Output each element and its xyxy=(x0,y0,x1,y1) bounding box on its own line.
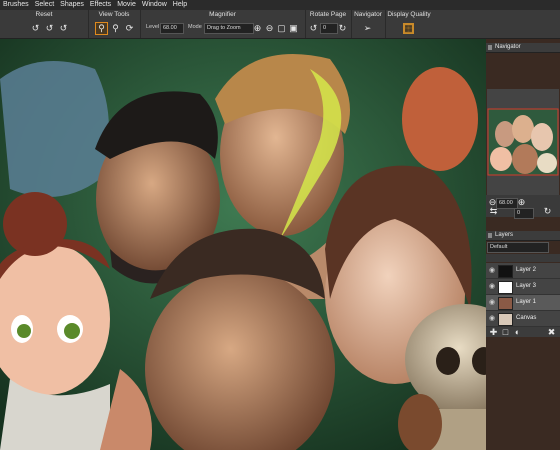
menu-movie[interactable]: Movie xyxy=(114,0,139,10)
reset-label: Reset xyxy=(35,11,53,18)
layer-thumbnail xyxy=(498,313,513,326)
visibility-eye-icon[interactable]: ◉ xyxy=(489,299,496,306)
display-quality-group: Display Quality ▦ xyxy=(385,10,433,38)
layer-name: Layer 1 xyxy=(516,299,537,305)
navigator-compass-icon[interactable]: ➢ xyxy=(362,23,373,34)
zoom-in-icon[interactable]: ⊕ xyxy=(252,23,263,34)
magnifier-tool-icon[interactable]: ⚲ xyxy=(95,22,108,35)
reset-shape-icon[interactable]: ↺ xyxy=(58,23,69,34)
new-group-icon[interactable]: □ xyxy=(500,327,511,338)
navigator-label: Navigator xyxy=(354,11,382,18)
layer-name: Layer 2 xyxy=(516,267,537,273)
layer-thumbnail xyxy=(498,265,513,278)
layer-row-layer-3[interactable]: ◉ Layer 3 xyxy=(486,279,560,295)
rotate-reset-icon[interactable]: ↻ xyxy=(337,23,348,34)
painting-artwork xyxy=(0,39,486,450)
new-layer-icon[interactable]: ✚ xyxy=(488,327,499,338)
reset-select-icon[interactable]: ↺ xyxy=(44,23,55,34)
mode-select[interactable]: Drag to Zoom xyxy=(204,23,254,34)
layer-name: Layer 3 xyxy=(516,283,537,289)
layer-row-layer-1[interactable]: ◉ Layer 1 xyxy=(486,295,560,311)
composite-method-select[interactable]: Default xyxy=(487,242,549,253)
reset-group: Reset ↺ ↺ ↺ xyxy=(0,10,89,38)
property-bar: Reset ↺ ↺ ↺ View Tools ⚲ ⚲ ⟳ Magnifier L… xyxy=(0,10,560,39)
menu-shapes[interactable]: Shapes xyxy=(57,0,87,10)
rotate-page-label: Rotate Page xyxy=(309,11,347,18)
layers-grip-icon[interactable] xyxy=(488,233,492,238)
view-tools-label: View Tools xyxy=(98,11,130,18)
zoom-out-button-icon[interactable]: ⊖ xyxy=(264,23,275,34)
navigator-preview-image xyxy=(487,89,559,195)
rotate-page-group: Rotate Page ↺ 0 ↻ xyxy=(305,10,352,38)
menu-select[interactable]: Select xyxy=(32,0,57,10)
layer-thumbnail xyxy=(498,297,513,310)
canvas-area[interactable] xyxy=(0,39,486,450)
layer-row-layer-2[interactable]: ◉ Layer 2 xyxy=(486,263,560,279)
level-field[interactable]: 68.00 xyxy=(160,23,184,34)
display-quality-label: Display Quality xyxy=(387,11,431,18)
layers-action-bar: ✚ □ ◐ ✖ xyxy=(486,327,560,337)
view-tools-group: View Tools ⚲ ⚲ ⟳ xyxy=(88,10,141,38)
navigator-reset-icon[interactable]: ↻ xyxy=(542,206,553,217)
reset-brush-icon[interactable]: ↺ xyxy=(30,23,41,34)
menu-bar: Brushes Select Shapes Effects Movie Wind… xyxy=(0,0,560,10)
navigator-panel-title: Navigator xyxy=(495,44,521,50)
mode-label: Mode xyxy=(188,24,202,30)
menu-effects[interactable]: Effects xyxy=(87,0,114,10)
panel-grip-icon[interactable] xyxy=(488,45,492,50)
visibility-eye-icon[interactable]: ◉ xyxy=(489,267,496,274)
mask-icon[interactable]: ◐ xyxy=(512,327,523,338)
navigator-panel-header[interactable]: Navigator xyxy=(486,43,560,53)
fit-screen-icon[interactable]: ▢ xyxy=(276,23,287,34)
navigator-thumbnail[interactable] xyxy=(487,89,559,195)
layers-panel-title: Layers xyxy=(495,232,514,238)
rotate-left-icon[interactable]: ↺ xyxy=(308,23,319,34)
layer-options-bar xyxy=(486,254,560,262)
visibility-eye-icon[interactable]: ◉ xyxy=(489,283,496,290)
magnifier-label: Magnifier xyxy=(209,11,236,18)
menu-brushes[interactable]: Brushes xyxy=(0,0,32,10)
right-panel-dock: Navigator 68.00 ⊖ ⊕ 0 ⇆ ↻ Layers Default… xyxy=(486,39,560,450)
layer-row-canvas[interactable]: ◉ Canvas xyxy=(486,311,560,327)
navigator-group: Navigator ➢ xyxy=(351,10,386,38)
level-label: Level xyxy=(146,24,160,30)
navigator-rotate-field[interactable]: 0 xyxy=(514,208,534,219)
navigator-flip-icon[interactable]: ⇆ xyxy=(488,206,499,217)
menu-window[interactable]: Window xyxy=(139,0,170,10)
zoom-out-icon[interactable]: ⚲ xyxy=(110,23,121,34)
layer-thumbnail xyxy=(498,281,513,294)
actual-size-icon[interactable]: ▣ xyxy=(288,23,299,34)
navigator-zoom-bar: 68.00 ⊖ ⊕ 0 ⇆ ↻ xyxy=(486,195,560,219)
delete-layer-icon[interactable]: ✖ xyxy=(546,327,557,338)
display-quality-icon[interactable]: ▦ xyxy=(403,23,414,34)
visibility-eye-icon[interactable]: ◉ xyxy=(489,315,496,322)
magnifier-group: Magnifier Level 68.00 Mode Drag to Zoom … xyxy=(140,10,306,38)
layers-panel-header[interactable]: Layers xyxy=(486,231,560,241)
rotate-field[interactable]: 0 xyxy=(320,23,338,34)
layer-name: Canvas xyxy=(516,315,537,321)
navigator-zoom-in-icon[interactable]: ⊕ xyxy=(516,197,527,208)
rotate-tool-icon[interactable]: ⟳ xyxy=(124,23,135,34)
menu-help[interactable]: Help xyxy=(170,0,190,10)
